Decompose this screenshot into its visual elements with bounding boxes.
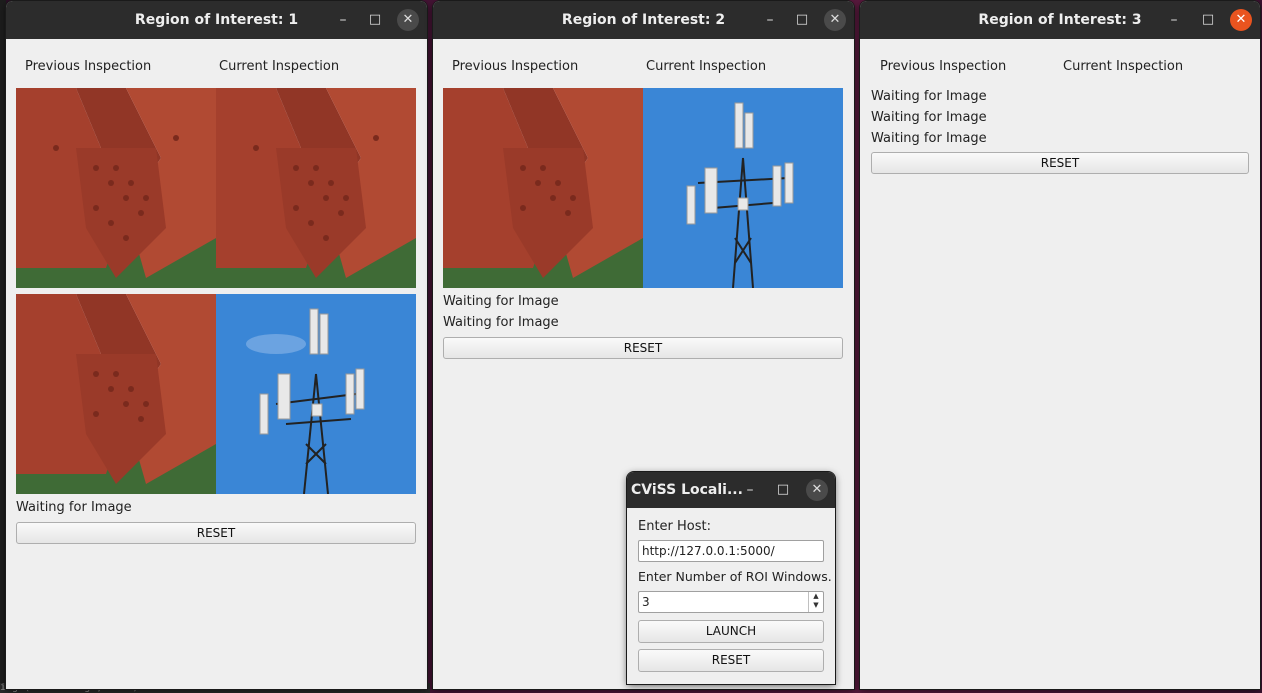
minimize-icon[interactable]: – (332, 9, 354, 31)
roi-window-3: Region of Interest: 3 – □ ✕ Previous Ins… (860, 1, 1260, 689)
close-icon[interactable]: ✕ (1230, 9, 1252, 31)
waiting-status-1: Waiting for Image (871, 89, 987, 104)
titlebar[interactable]: Region of Interest: 3 – □ ✕ (860, 1, 1260, 39)
previous-image-2 (16, 294, 216, 494)
waiting-status-2: Waiting for Image (871, 110, 987, 125)
maximize-icon[interactable]: □ (772, 479, 794, 501)
previous-image-1 (443, 88, 643, 288)
current-image-1 (216, 88, 416, 288)
current-inspection-header: Current Inspection (646, 59, 767, 74)
current-image-1 (643, 88, 843, 288)
titlebar[interactable]: Region of Interest: 2 – □ ✕ (433, 1, 854, 39)
waiting-status: Waiting for Image (16, 500, 132, 515)
bridge-photo (216, 88, 416, 288)
roi-window-1: Region of Interest: 1 – □ ✕ Previous Ins… (6, 1, 427, 689)
titlebar[interactable]: CViSS Locali... – □ ✕ (627, 472, 835, 508)
roi-count-value: 3 (642, 595, 650, 609)
current-inspection-header: Current Inspection (1063, 59, 1184, 74)
previous-image-1 (16, 88, 216, 288)
launch-button[interactable]: LAUNCH (638, 620, 824, 643)
minimize-icon[interactable]: – (1163, 9, 1185, 31)
maximize-icon[interactable]: □ (791, 9, 813, 31)
minimize-icon[interactable]: – (739, 479, 761, 501)
titlebar[interactable]: Region of Interest: 1 – □ ✕ (6, 1, 427, 39)
reset-button[interactable]: RESET (871, 152, 1249, 174)
waiting-status-1: Waiting for Image (443, 294, 559, 309)
previous-inspection-header: Previous Inspection (25, 59, 152, 74)
minimize-icon[interactable]: – (759, 9, 781, 31)
close-icon[interactable]: ✕ (806, 479, 828, 501)
previous-inspection-header: Previous Inspection (452, 59, 579, 74)
host-label: Enter Host: (638, 519, 712, 534)
window-title: CViSS Locali... (631, 482, 743, 498)
tower-photo (643, 88, 843, 288)
reset-button[interactable]: RESET (16, 522, 416, 544)
reset-button[interactable]: RESET (443, 337, 843, 359)
spin-arrows-icon[interactable]: ▲ ▼ (808, 592, 823, 612)
waiting-status-2: Waiting for Image (443, 315, 559, 330)
bridge-photo (16, 294, 216, 494)
roi-count-spinbox[interactable]: 3 ▲ ▼ (638, 591, 824, 613)
close-icon[interactable]: ✕ (397, 9, 419, 31)
launcher-reset-button[interactable]: RESET (638, 649, 824, 672)
launcher-window: CViSS Locali... – □ ✕ Enter Host: http:/… (627, 472, 835, 684)
waiting-status-3: Waiting for Image (871, 131, 987, 146)
maximize-icon[interactable]: □ (364, 9, 386, 31)
current-image-2 (216, 294, 416, 494)
roi-count-label: Enter Number of ROI Windows. (638, 569, 832, 584)
host-input[interactable]: http://127.0.0.1:5000/ (638, 540, 824, 562)
previous-inspection-header: Previous Inspection (880, 59, 1007, 74)
close-icon[interactable]: ✕ (824, 9, 846, 31)
maximize-icon[interactable]: □ (1197, 9, 1219, 31)
tower-photo (216, 294, 416, 494)
current-inspection-header: Current Inspection (219, 59, 340, 74)
bridge-photo (16, 88, 216, 288)
bridge-photo (443, 88, 643, 288)
